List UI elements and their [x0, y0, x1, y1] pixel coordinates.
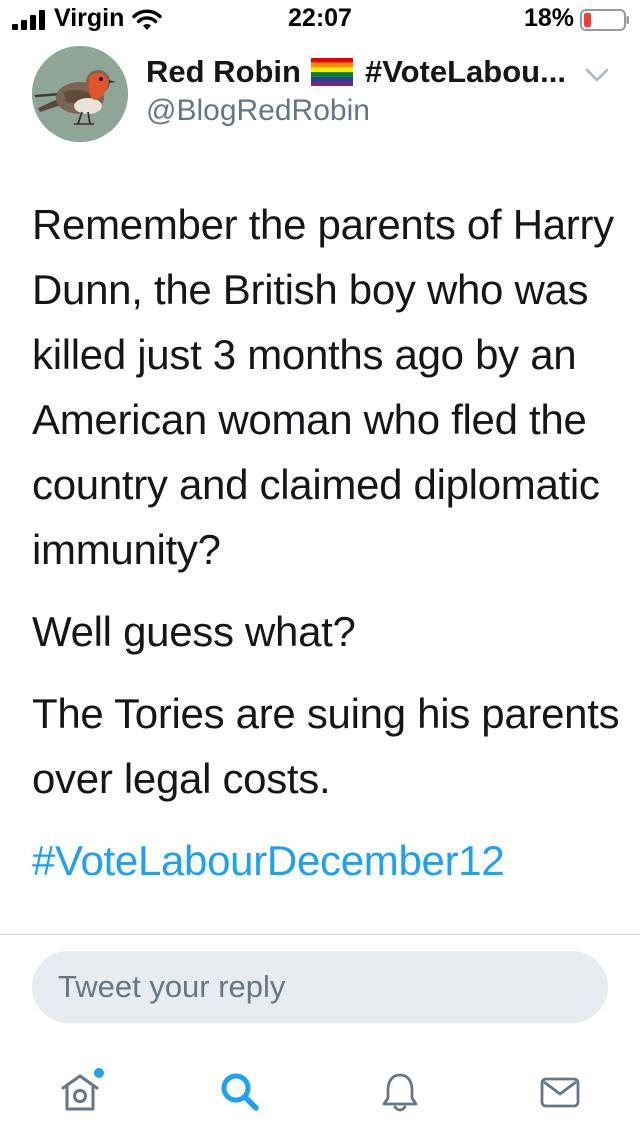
bell-icon [382, 1073, 418, 1112]
avatar[interactable] [32, 46, 128, 142]
author-name: Red Robin [146, 54, 301, 89]
tweet-paragraph: The Tories are suing his parents over le… [32, 690, 620, 802]
battery-icon [580, 9, 629, 31]
notification-dot [94, 1068, 104, 1078]
robin-avatar-image [32, 46, 128, 142]
search-icon [221, 1073, 259, 1111]
tab-bar [0, 1040, 640, 1136]
chevron-down-icon[interactable] [584, 66, 610, 84]
tweet-paragraph: Well guess what? [32, 608, 356, 655]
rainbow-flag-icon [311, 58, 353, 86]
tab-search[interactable] [208, 1062, 272, 1122]
tab-messages[interactable] [528, 1062, 592, 1122]
reply-placeholder: Tweet your reply [58, 969, 286, 1004]
battery-level-fill [584, 13, 591, 27]
author-name-hashtag: #VoteLabou... [365, 54, 566, 89]
reply-input[interactable]: Tweet your reply [32, 951, 608, 1023]
tab-home[interactable] [48, 1062, 112, 1122]
tab-notifications[interactable] [368, 1062, 432, 1122]
author-handle[interactable]: @BlogRedRobin [146, 94, 370, 128]
tweet-paragraph: Remember the parents of Harry Dunn, the … [32, 201, 614, 573]
hashtag-link[interactable]: #VoteLabourDecember12 [32, 828, 622, 893]
tweet-text: Remember the parents of Harry Dunn, the … [32, 192, 622, 893]
home-icon [61, 1068, 104, 1111]
status-bar: Virgin 22:07 18% [0, 0, 640, 40]
author-display-name-row[interactable]: Red Robin #VoteLabou... [146, 54, 566, 90]
battery-percent: 18% [523, 4, 574, 32]
divider [0, 934, 640, 935]
mail-icon [540, 1077, 580, 1108]
